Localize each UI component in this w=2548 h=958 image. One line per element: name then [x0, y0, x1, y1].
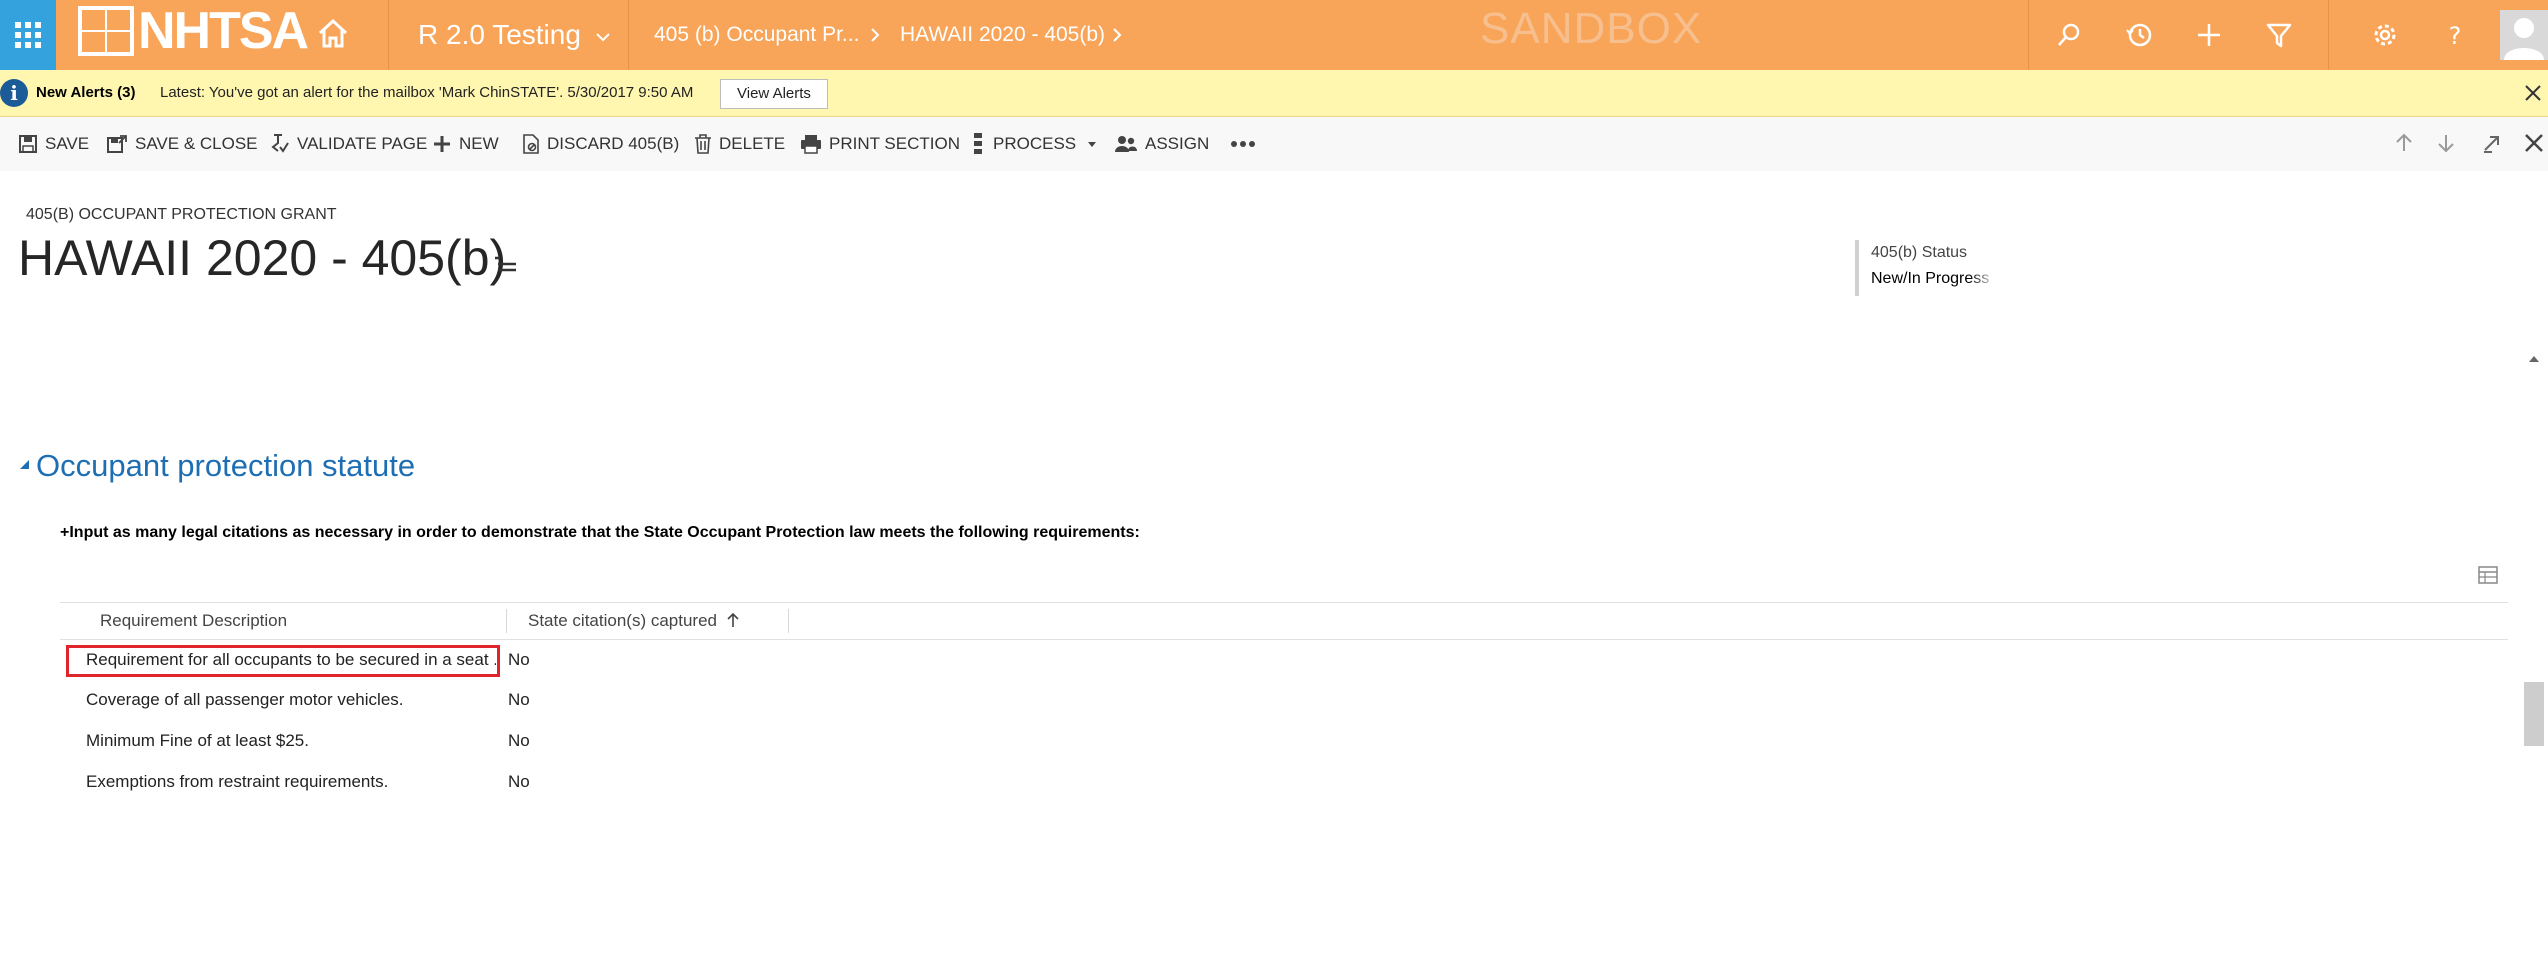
- top-navigation-bar: NHTSA R 2.0 Testing 405 (b) Occupant Pr.…: [0, 0, 2548, 70]
- close-icon[interactable]: [2524, 84, 2542, 102]
- save-close-icon: [107, 135, 127, 153]
- save-label: SAVE: [45, 134, 90, 153]
- plus-icon: [434, 136, 450, 152]
- entity-type-label: 405(B) OCCUPANT PROTECTION GRANT: [26, 206, 337, 223]
- save-close-label: SAVE & CLOSE: [135, 134, 258, 153]
- advanced-find-filter-icon[interactable]: [2264, 20, 2294, 50]
- nav-separator: [2328, 0, 2329, 70]
- process-label: PROCESS: [993, 134, 1077, 153]
- validate-icon: [271, 134, 289, 153]
- expand-popout-icon[interactable]: [2480, 131, 2504, 155]
- requirement-cell[interactable]: Minimum Fine of at least $25.: [86, 721, 496, 761]
- trash-icon: [695, 134, 711, 154]
- logo-text: NHTSA: [138, 2, 309, 60]
- search-icon[interactable]: [2054, 20, 2084, 50]
- help-icon[interactable]: ?: [2440, 20, 2470, 50]
- subgrid-header-row: Requirement Description State citation(s…: [60, 602, 2508, 640]
- sort-ascending-arrow-icon: [727, 612, 739, 627]
- column-divider[interactable]: [788, 609, 789, 633]
- previous-record-arrow-icon[interactable]: [2392, 131, 2416, 155]
- delete-label: DELETE: [719, 134, 786, 153]
- environment-label: SANDBOX: [1480, 4, 1703, 53]
- captured-cell: No: [508, 650, 530, 669]
- save-close-button[interactable]: SAVE & CLOSE: [106, 117, 258, 171]
- settings-gear-icon[interactable]: [2370, 20, 2400, 50]
- column-header-requirement[interactable]: Requirement Description: [100, 603, 287, 639]
- nav-separator: [628, 0, 629, 70]
- discard-button[interactable]: DISCARD 405(B): [522, 117, 679, 171]
- scroll-up-arrow-icon[interactable]: [2527, 352, 2541, 366]
- alert-notification-bar: i New Alerts (3) Latest: You've got an a…: [0, 70, 2548, 117]
- assign-button[interactable]: ASSIGN: [1114, 117, 1209, 171]
- more-commands-button[interactable]: [1230, 117, 1263, 171]
- close-record-icon[interactable]: [2522, 131, 2546, 155]
- status-field-label: 405(b) Status: [1871, 244, 1968, 261]
- header-status-field: 405(b) Status New/In Progress: [1855, 240, 1997, 296]
- captured-cell: No: [508, 772, 530, 791]
- nhtsa-emblem-icon: [78, 6, 134, 56]
- collapse-caret-icon[interactable]: [18, 458, 32, 472]
- table-row[interactable]: Coverage of all passenger motor vehicles…: [60, 680, 2508, 720]
- requirement-cell[interactable]: Exemptions from restraint requirements.: [86, 762, 496, 802]
- column-divider[interactable]: [506, 609, 507, 633]
- process-dropdown-button[interactable]: PROCESS: [970, 117, 1105, 171]
- nav-separator: [388, 0, 389, 70]
- chevron-right-icon[interactable]: [1108, 26, 1126, 44]
- table-row[interactable]: Minimum Fine of at least $25. No: [60, 721, 2508, 761]
- alert-message: Latest: You've got an alert for the mail…: [160, 84, 694, 101]
- section-title[interactable]: Occupant protection statute: [36, 446, 415, 486]
- alert-count-title: New Alerts (3): [36, 84, 136, 101]
- open-grid-view-icon[interactable]: [2478, 566, 2498, 584]
- nav-separator: [2028, 0, 2029, 70]
- nhtsa-logo: NHTSA: [78, 2, 309, 60]
- printer-icon: [801, 135, 821, 154]
- home-icon[interactable]: [316, 16, 350, 50]
- user-avatar-icon[interactable]: [2500, 10, 2548, 60]
- new-label: NEW: [459, 134, 499, 153]
- new-button[interactable]: NEW: [432, 117, 499, 171]
- captured-cell: No: [508, 690, 530, 709]
- delete-button[interactable]: DELETE: [694, 117, 785, 171]
- form-selector-menu-icon[interactable]: [492, 254, 518, 274]
- caret-down-icon: [1088, 142, 1097, 147]
- status-field-value[interactable]: New/In Progress: [1871, 266, 1997, 292]
- discard-document-icon: [523, 134, 539, 154]
- assign-label: ASSIGN: [1145, 134, 1210, 153]
- apps-waffle-icon[interactable]: [0, 0, 56, 70]
- ellipsis-icon: [1231, 141, 1255, 147]
- scrollbar-thumb[interactable]: [2524, 682, 2544, 746]
- save-button[interactable]: SAVE: [18, 117, 89, 171]
- save-icon: [19, 135, 37, 153]
- table-row[interactable]: Exemptions from restraint requirements. …: [60, 762, 2508, 802]
- breadcrumb-record[interactable]: HAWAII 2020 - 405(b): [900, 0, 1105, 70]
- validate-page-label: VALIDATE PAGE: [297, 134, 428, 153]
- assign-users-icon: [1115, 136, 1137, 152]
- print-section-button[interactable]: PRINT SECTION: [800, 117, 960, 171]
- discard-label: DISCARD 405(B): [547, 134, 680, 153]
- section-instructions: +Input as many legal citations as necess…: [60, 524, 1140, 541]
- validate-page-button[interactable]: VALIDATE PAGE: [270, 117, 427, 171]
- chevron-down-icon[interactable]: [594, 28, 612, 46]
- app-name[interactable]: R 2.0 Testing: [418, 0, 581, 70]
- create-plus-icon[interactable]: [2194, 20, 2224, 50]
- view-alerts-button[interactable]: View Alerts: [720, 79, 828, 109]
- page-title: HAWAII 2020 - 405(b): [18, 230, 507, 286]
- info-icon: i: [0, 79, 28, 107]
- print-section-label: PRINT SECTION: [829, 134, 960, 153]
- next-record-arrow-icon[interactable]: [2434, 131, 2458, 155]
- process-icon: [974, 133, 982, 154]
- svg-text:?: ?: [2449, 22, 2462, 50]
- chevron-right-icon: [871, 28, 880, 42]
- highlight-annotation-box: [66, 645, 500, 677]
- column-header-captured-label: State citation(s) captured: [528, 611, 717, 630]
- requirement-cell[interactable]: Coverage of all passenger motor vehicles…: [86, 680, 496, 720]
- breadcrumb-entity[interactable]: 405 (b) Occupant Pr...: [654, 0, 859, 70]
- command-bar: SAVE SAVE & CLOSE VALIDATE PAGE NEW DISC…: [0, 117, 2548, 171]
- vertical-scrollbar[interactable]: [2520, 350, 2548, 958]
- captured-cell: No: [508, 731, 530, 750]
- recent-history-icon[interactable]: [2124, 20, 2154, 50]
- column-header-captured[interactable]: State citation(s) captured: [528, 603, 740, 639]
